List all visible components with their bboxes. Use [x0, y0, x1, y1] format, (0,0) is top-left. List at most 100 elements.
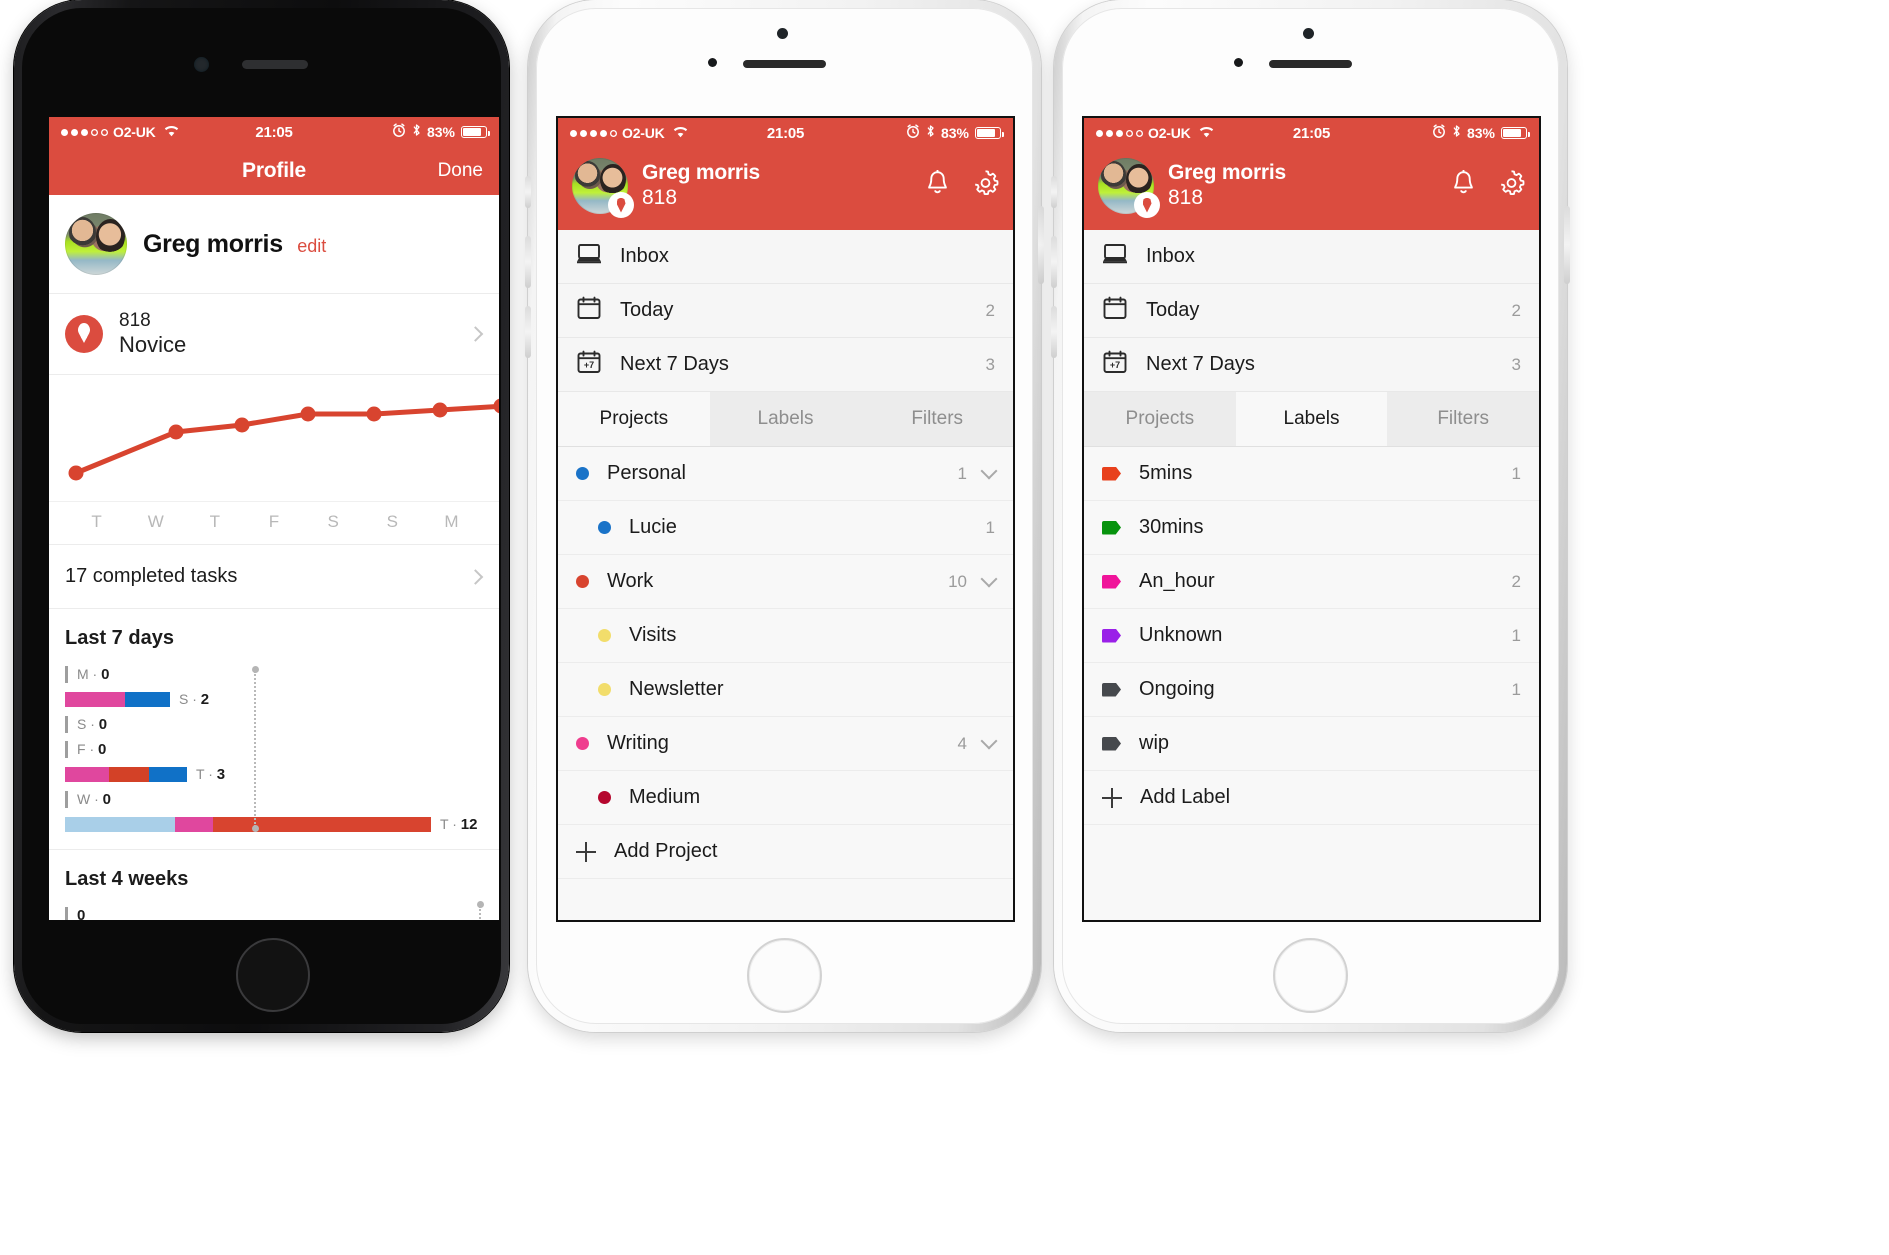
gear-icon[interactable]	[972, 170, 999, 202]
stat-bar-row: M · 0	[65, 662, 483, 687]
project-item[interactable]: Newsletter	[558, 663, 1013, 717]
menu-nav-list: Inbox Today 2 +7 Next 7 Days 3	[558, 230, 1013, 392]
bell-icon[interactable]	[925, 169, 950, 202]
tab-filters[interactable]: Filters	[861, 392, 1013, 446]
battery-icon	[1501, 127, 1531, 139]
label-tag-icon	[1102, 574, 1121, 589]
label-item[interactable]: 5mins 1	[1084, 447, 1539, 501]
menu-item-next-7-days[interactable]: +7 Next 7 Days 3	[558, 338, 1013, 392]
label-item[interactable]: Ongoing 1	[1084, 663, 1539, 717]
battery-percent: 83%	[1466, 125, 1495, 141]
stat-bar-segment	[125, 692, 170, 708]
alarm-icon	[906, 124, 920, 142]
status-bar: O2-UK 21:05 83%	[558, 118, 1013, 148]
project-item[interactable]: Visits	[558, 609, 1013, 663]
stat-bar-segment	[149, 767, 187, 783]
label-item[interactable]: wip	[1084, 717, 1539, 771]
home-button[interactable]	[747, 938, 822, 1013]
bluetooth-icon	[412, 123, 421, 141]
menu-item-today[interactable]: Today 2	[1084, 284, 1539, 338]
power-button[interactable]	[1038, 206, 1044, 284]
menu-item-next-7-days[interactable]: +7 Next 7 Days 3	[1084, 338, 1539, 392]
tab-labels[interactable]: Labels	[1235, 392, 1388, 446]
volume-down-button[interactable]	[1051, 306, 1057, 358]
ring-silent-switch[interactable]	[525, 176, 531, 208]
user-name: Greg morris	[1168, 161, 1287, 185]
home-button[interactable]	[1273, 938, 1348, 1013]
label-item[interactable]: An_hour 2	[1084, 555, 1539, 609]
label-item[interactable]: 30mins	[1084, 501, 1539, 555]
menu-nav-list: Inbox Today 2 +7 Next 7 Days 3	[1084, 230, 1539, 392]
label-tag-icon	[1102, 682, 1121, 697]
avatar	[65, 213, 127, 275]
stat-bar-empty	[65, 716, 68, 734]
plus-icon	[576, 841, 596, 862]
project-item[interactable]: Work 10	[558, 555, 1013, 609]
tab-filters[interactable]: Filters	[1387, 392, 1539, 446]
chevron-down-icon[interactable]	[980, 570, 998, 588]
add-label-button[interactable]: Add Label	[1084, 771, 1539, 825]
stat-bar-segment	[65, 767, 109, 783]
volume-up-button[interactable]	[525, 236, 531, 288]
menu-item-count: 3	[1511, 354, 1521, 374]
project-name: Work	[607, 570, 654, 592]
profile-user-row[interactable]: Greg morris edit	[49, 195, 499, 294]
tab-projects[interactable]: Projects	[558, 392, 710, 446]
project-item[interactable]: Lucie 1	[558, 501, 1013, 555]
avatar-with-karma[interactable]	[1098, 158, 1160, 218]
tab-labels[interactable]: Labels	[709, 392, 862, 446]
project-item[interactable]: Writing 4	[558, 717, 1013, 771]
menu-item-label: Inbox	[620, 245, 669, 267]
stat-bar-label: M · 0	[77, 666, 110, 684]
last-4-weeks-block: Last 4 weeks 0	[49, 850, 499, 920]
label-name: Unknown	[1139, 624, 1223, 646]
battery-percent: 83%	[940, 125, 969, 141]
stat-bar-empty	[65, 666, 68, 684]
menu-user-info: Greg morris 818	[642, 160, 760, 211]
menu-header: Greg morris 818	[1084, 148, 1539, 230]
stat-bar-row: T · 3	[65, 762, 483, 787]
stat-bar-label: F · 0	[77, 741, 107, 759]
project-color-dot	[576, 737, 589, 750]
power-button[interactable]	[1564, 206, 1570, 284]
last-4-weeks-title: Last 4 weeks	[65, 868, 189, 891]
tab-projects[interactable]: Projects	[1084, 392, 1236, 446]
project-color-dot	[576, 467, 589, 480]
carrier-name: O2-UK	[113, 124, 156, 140]
carrier-name: O2-UK	[1148, 125, 1191, 141]
karma-text: 818 Novice	[119, 310, 186, 358]
bell-icon[interactable]	[1451, 169, 1476, 202]
karma-row[interactable]: 818 Novice	[49, 294, 499, 376]
last-7-days-rows: M · 0 S · 2 S · 0 F · 0 T · 3 W · 0 T · 12	[65, 662, 483, 837]
list-filler	[1084, 825, 1539, 920]
menu-item-inbox[interactable]: Inbox	[558, 230, 1013, 284]
volume-down-button[interactable]	[525, 306, 531, 358]
menu-item-count: 3	[985, 354, 995, 374]
volume-up-button[interactable]	[1051, 236, 1057, 288]
edit-profile-link[interactable]: edit	[297, 236, 326, 256]
avatar-with-karma[interactable]	[572, 158, 634, 218]
done-button[interactable]: Done	[438, 160, 483, 182]
home-button[interactable]	[236, 938, 310, 1012]
add-project-button[interactable]: Add Project	[558, 825, 1013, 879]
calendar-icon	[576, 295, 602, 326]
proximity-sensor-icon	[1234, 58, 1243, 67]
completed-tasks-row[interactable]: 17 completed tasks	[49, 545, 499, 610]
x-tick: W	[147, 512, 164, 532]
label-item[interactable]: Unknown 1	[1084, 609, 1539, 663]
project-count: 10	[948, 571, 967, 591]
chevron-right-icon	[467, 569, 484, 585]
chevron-down-icon[interactable]	[980, 732, 998, 750]
phone-1-profile: O2-UK 21:05 83% Profile Done Greg morris…	[14, 0, 509, 1032]
chevron-down-icon[interactable]	[980, 462, 998, 480]
battery-percent: 83%	[426, 124, 455, 140]
stat-bar-row: T · 12	[65, 812, 483, 837]
menu-item-today[interactable]: Today 2	[558, 284, 1013, 338]
menu-item-inbox[interactable]: Inbox	[1084, 230, 1539, 284]
project-item[interactable]: Personal 1	[558, 447, 1013, 501]
x-tick: F	[268, 512, 280, 532]
gear-icon[interactable]	[1498, 170, 1525, 202]
project-item[interactable]: Medium	[558, 771, 1013, 825]
menu-header-actions	[925, 169, 999, 202]
ring-silent-switch[interactable]	[1051, 176, 1057, 208]
